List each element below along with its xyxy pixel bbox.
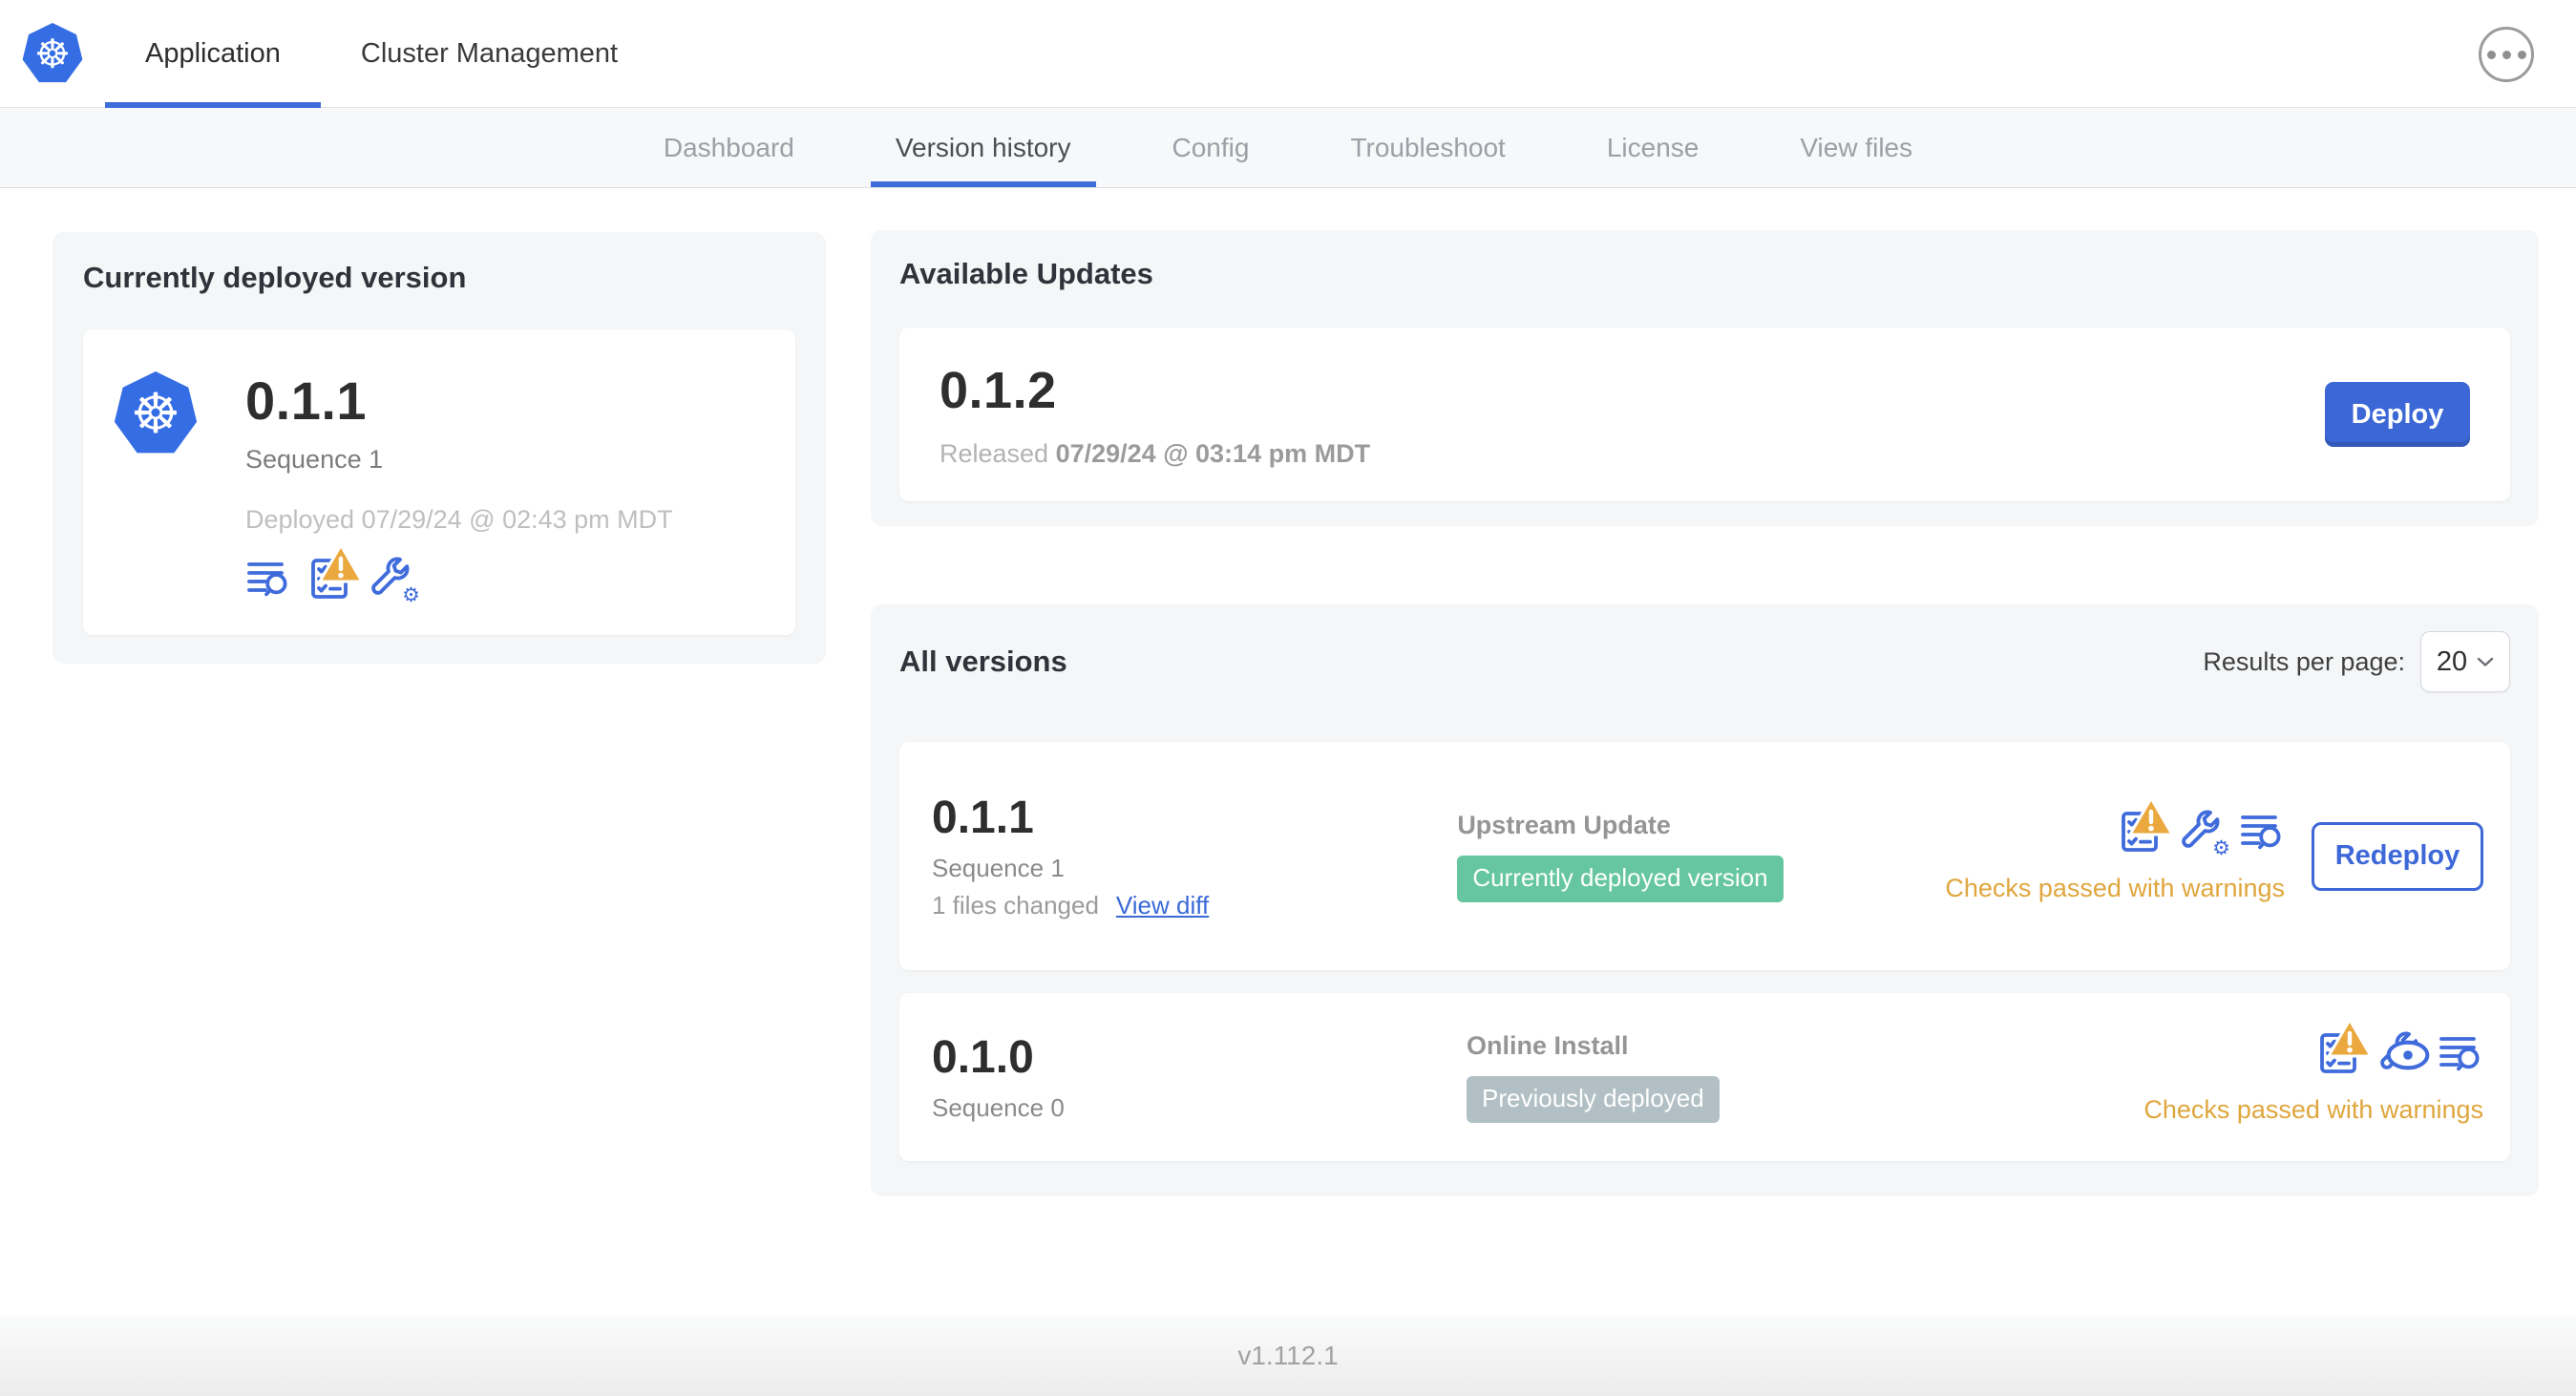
available-updates-title: Available Updates	[899, 257, 1153, 290]
tab-application-label: Application	[145, 37, 281, 69]
currently-deployed-title: Currently deployed version	[83, 261, 467, 294]
tab-cluster-management-label: Cluster Management	[360, 37, 619, 69]
results-per-page: Results per page: 20	[2203, 631, 2510, 692]
checks-status-text: Checks passed with warnings	[2143, 1094, 2483, 1124]
warning-icon	[2327, 1016, 2373, 1057]
results-per-page-select[interactable]: 20	[2420, 631, 2510, 692]
ellipsis-icon	[2486, 50, 2496, 59]
wrench-gear-icon[interactable]: ⚙	[2178, 809, 2230, 858]
files-changed-label: 1 files changed	[932, 891, 1099, 920]
all-versions-title: All versions	[899, 645, 1067, 678]
deployed-status-badge: Previously deployed	[1467, 1076, 1720, 1123]
deployed-status-badge: Currently deployed version	[1457, 855, 1784, 902]
available-update-row: 0.1.2 Released 07/29/24 @ 03:14 pm MDT D…	[899, 328, 2510, 501]
wrench-gear-icon[interactable]: ⚙	[368, 556, 420, 605]
current-version-number: 0.1.1	[245, 370, 368, 431]
header-tabs: Application Cluster Management	[105, 0, 658, 108]
subnav-tab-config[interactable]: Config	[1134, 108, 1288, 187]
subnav-tab-license[interactable]: License	[1569, 108, 1738, 187]
currently-deployed-card: Currently deployed version ☸ 0.1.1 Seque…	[53, 232, 826, 664]
subnav-tab-view-files[interactable]: View files	[1762, 108, 1951, 187]
version-row-0-1-0: 0.1.0 Sequence 0 Online Install Previous…	[899, 993, 2510, 1161]
preflight-checks-icon[interactable]	[306, 542, 364, 602]
tab-cluster-management[interactable]: Cluster Management	[321, 0, 658, 107]
update-released-at: Released 07/29/24 @ 03:14 pm MDT	[940, 438, 1371, 468]
logs-icon[interactable]	[245, 556, 291, 602]
row-version-number: 0.1.1	[932, 793, 1034, 843]
wrench-eye-icon[interactable]	[2376, 1030, 2430, 1076]
current-version-panel: ☸ 0.1.1 Sequence 1 Deployed 07/29/24 @ 0…	[83, 329, 795, 635]
preflight-checks-icon[interactable]	[2117, 795, 2174, 855]
row-sequence: Sequence 0	[932, 1093, 1065, 1122]
subnav-tab-version-history[interactable]: Version history	[857, 108, 1109, 187]
subnav-tab-troubleshoot[interactable]: Troubleshoot	[1312, 108, 1543, 187]
logs-icon[interactable]	[2438, 1030, 2483, 1076]
chevron-down-icon	[2477, 657, 2494, 666]
warning-icon	[2128, 795, 2174, 836]
all-versions-header: All versions Results per page: 20	[899, 631, 2510, 692]
all-versions-card: All versions Results per page: 20 0.1.1 …	[871, 604, 2539, 1196]
version-source-label: Upstream Update	[1457, 810, 1671, 839]
app-subnav: Dashboard Version history Config Trouble…	[0, 108, 2576, 188]
current-version-actions: ⚙	[245, 542, 761, 605]
row-version-number: 0.1.0	[932, 1032, 1034, 1083]
update-version-number: 0.1.2	[940, 361, 1057, 419]
warning-icon	[318, 542, 364, 583]
current-version-deployed-at: Deployed 07/29/24 @ 02:43 pm MDT	[245, 505, 673, 534]
view-diff-link[interactable]: View diff	[1116, 891, 1209, 920]
version-row-0-1-1: 0.1.1 Sequence 1 1 files changed View di…	[899, 742, 2510, 970]
results-per-page-label: Results per page:	[2203, 646, 2405, 676]
version-rows: 0.1.1 Sequence 1 1 files changed View di…	[899, 742, 2510, 1161]
row-sequence: Sequence 1	[932, 854, 1065, 882]
available-updates-card: Available Updates 0.1.2 Released 07/29/2…	[871, 230, 2539, 526]
logs-icon[interactable]	[2239, 809, 2285, 855]
app-logo: ☸	[0, 0, 105, 107]
preflight-checks-icon[interactable]	[2315, 1016, 2373, 1076]
version-source-label: Online Install	[1467, 1031, 1629, 1060]
subnav-tab-dashboard[interactable]: Dashboard	[625, 108, 833, 187]
page-footer: v1.112.1	[0, 1316, 2576, 1396]
deploy-button[interactable]: Deploy	[2325, 382, 2470, 447]
overflow-menu-button[interactable]	[2479, 27, 2534, 82]
console-version: v1.112.1	[1237, 1341, 1339, 1370]
tab-application[interactable]: Application	[105, 0, 321, 108]
top-header: ☸ Application Cluster Management	[0, 0, 2576, 108]
kubernetes-logo-icon: ☸	[114, 371, 198, 454]
checks-status-text: Checks passed with warnings	[1945, 874, 2285, 902]
redeploy-button[interactable]: Redeploy	[2312, 821, 2483, 891]
current-version-sequence: Sequence 1	[245, 445, 384, 474]
kubernetes-logo-icon: ☸	[22, 23, 83, 83]
